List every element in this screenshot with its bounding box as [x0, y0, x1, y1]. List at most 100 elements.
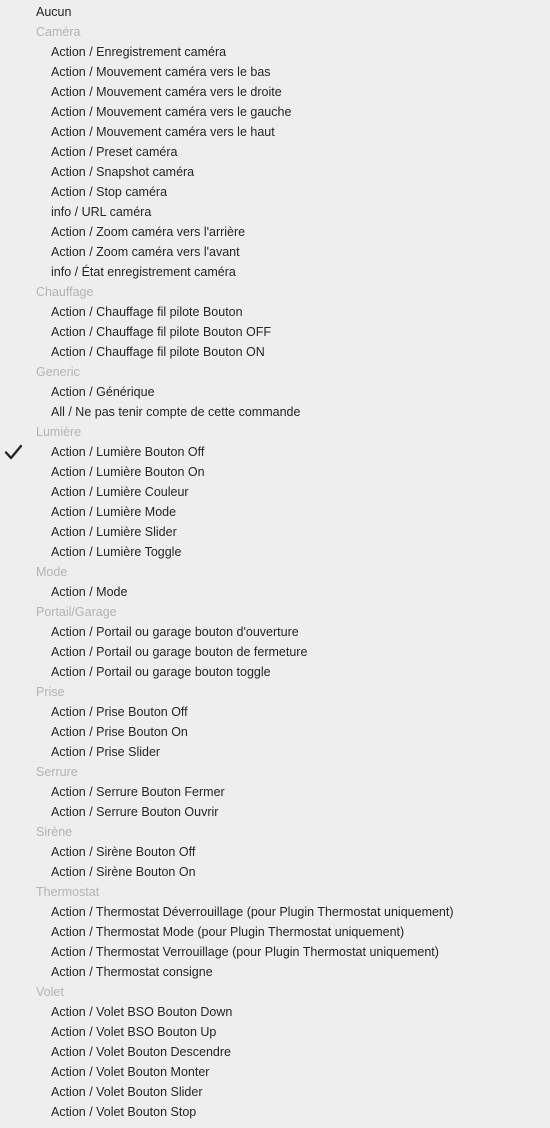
menu-option[interactable]: Action / Chauffage fil pilote Bouton OFF	[0, 322, 550, 342]
menu-option[interactable]: Action / Stop caméra	[0, 182, 550, 202]
menu-option-label: Action / Chauffage fil pilote Bouton OFF	[51, 325, 272, 339]
menu-option[interactable]: Action / Lumière Bouton On	[0, 462, 550, 482]
option-none[interactable]: Aucun	[0, 2, 550, 22]
menu-option[interactable]: Action / Volet Bouton Descendre	[0, 1042, 550, 1062]
menu-option-label: Action / Lumière Couleur	[51, 485, 189, 499]
menu-option[interactable]: info / URL caméra	[0, 202, 550, 222]
menu-option[interactable]: Action / Thermostat Mode (pour Plugin Th…	[0, 922, 550, 942]
menu-option[interactable]: Action / Sirène Bouton On	[0, 862, 550, 882]
menu-option-label: Action / Lumière Slider	[51, 525, 177, 539]
menu-option[interactable]: Action / Serrure Bouton Fermer	[0, 782, 550, 802]
menu-option[interactable]: Action / Portail ou garage bouton de fer…	[0, 642, 550, 662]
menu-option-label: Action / Preset caméra	[51, 145, 178, 159]
menu-option[interactable]: Action / Lumière Toggle	[0, 542, 550, 562]
menu-option[interactable]: Action / Zoom caméra vers l'arrière	[0, 222, 550, 242]
option-group-label: Lumière	[36, 425, 82, 439]
menu-option[interactable]: Action / Générique	[0, 382, 550, 402]
menu-option-label: Action / Volet Bouton Slider	[51, 1085, 203, 1099]
menu-option-label: Action / Lumière Bouton Off	[51, 445, 205, 459]
menu-option-label: Action / Générique	[51, 385, 155, 399]
menu-option[interactable]: Action / Prise Slider	[0, 742, 550, 762]
menu-option-label: Action / Snapshot caméra	[51, 165, 195, 179]
menu-option[interactable]: Action / Volet Bouton Slider	[0, 1082, 550, 1102]
menu-option[interactable]: Action / Lumière Bouton Off	[0, 442, 550, 462]
menu-option-label: Action / Portail ou garage bouton de fer…	[51, 645, 308, 659]
menu-option-label: Action / Mouvement caméra vers le haut	[51, 125, 275, 139]
menu-option-label: Action / Portail ou garage bouton d'ouve…	[51, 625, 299, 639]
menu-option[interactable]: Action / Lumière Couleur	[0, 482, 550, 502]
menu-option[interactable]: Action / Portail ou garage bouton toggle	[0, 662, 550, 682]
menu-option[interactable]: Action / Thermostat Déverrouillage (pour…	[0, 902, 550, 922]
menu-option-label: Action / Chauffage fil pilote Bouton	[51, 305, 243, 319]
menu-option-label: Action / Mouvement caméra vers le bas	[51, 65, 271, 79]
menu-option-label: info / État enregistrement caméra	[51, 265, 236, 279]
menu-option[interactable]: Action / Serrure Bouton Ouvrir	[0, 802, 550, 822]
option-group-label: Sirène	[36, 825, 73, 839]
option-group-label: Thermostat	[36, 885, 100, 899]
menu-option-label: Action / Stop caméra	[51, 185, 168, 199]
menu-option[interactable]: Action / Preset caméra	[0, 142, 550, 162]
menu-option[interactable]: Action / Snapshot caméra	[0, 162, 550, 182]
menu-option-label: Action / Prise Bouton On	[51, 725, 188, 739]
menu-option[interactable]: Action / Portail ou garage bouton d'ouve…	[0, 622, 550, 642]
menu-option-label: Action / Mouvement caméra vers le gauche	[51, 105, 292, 119]
option-group-label: Volet	[36, 985, 64, 999]
menu-option[interactable]: Action / Chauffage fil pilote Bouton ON	[0, 342, 550, 362]
menu-option-label: Action / Mouvement caméra vers le droite	[51, 85, 282, 99]
menu-option[interactable]: Action / Prise Bouton Off	[0, 702, 550, 722]
menu-option-label: Action / Enregistrement caméra	[51, 45, 227, 59]
menu-option-label: Action / Lumière Bouton On	[51, 465, 205, 479]
menu-option-label: Action / Portail ou garage bouton toggle	[51, 665, 271, 679]
option-group-label: Generic	[36, 365, 80, 379]
select-dropdown-menu: Aucun Caméra Action / Enregistrement camé…	[0, 2, 550, 1122]
menu-option[interactable]: Action / Mouvement caméra vers le haut	[0, 122, 550, 142]
menu-option[interactable]: Action / Zoom caméra vers l'avant	[0, 242, 550, 262]
menu-option[interactable]: Action / Lumière Mode	[0, 502, 550, 522]
menu-option-label: Action / Prise Slider	[51, 745, 161, 759]
menu-option[interactable]: Action / Prise Bouton On	[0, 722, 550, 742]
menu-option[interactable]: Action / Sirène Bouton Off	[0, 842, 550, 862]
menu-option[interactable]: All / Ne pas tenir compte de cette comma…	[0, 402, 550, 422]
menu-option[interactable]: info / État enregistrement caméra	[0, 262, 550, 282]
menu-option[interactable]: Action / Mouvement caméra vers le droite	[0, 82, 550, 102]
menu-option-label: Action / Volet BSO Bouton Down	[51, 1005, 233, 1019]
menu-option-label: Action / Zoom caméra vers l'avant	[51, 245, 240, 259]
menu-option-label: Action / Thermostat Verrouillage (pour P…	[51, 945, 439, 959]
menu-option-label: Action / Serrure Bouton Ouvrir	[51, 805, 219, 819]
menu-option[interactable]: Action / Mouvement caméra vers le gauche	[0, 102, 550, 122]
menu-option[interactable]: Action / Volet BSO Bouton Up	[0, 1022, 550, 1042]
option-group-label: Caméra	[36, 25, 81, 39]
menu-option-label: Action / Volet Bouton Stop	[51, 1105, 197, 1119]
menu-option[interactable]: Action / Mouvement caméra vers le bas	[0, 62, 550, 82]
menu-option[interactable]: Action / Lumière Slider	[0, 522, 550, 542]
menu-option-label: Action / Lumière Toggle	[51, 545, 182, 559]
menu-option-label: Action / Sirène Bouton On	[51, 865, 196, 879]
menu-option-label: info / URL caméra	[51, 205, 152, 219]
menu-option-label: Action / Volet BSO Bouton Up	[51, 1025, 217, 1039]
menu-option-label: Action / Mode	[51, 585, 128, 599]
menu-option-label: Action / Lumière Mode	[51, 505, 177, 519]
option-group-label: Chauffage	[36, 285, 94, 299]
menu-option-label: Action / Zoom caméra vers l'arrière	[51, 225, 246, 239]
menu-option-label: Action / Sirène Bouton Off	[51, 845, 196, 859]
menu-option-label: Action / Chauffage fil pilote Bouton ON	[51, 345, 265, 359]
menu-option-label: Action / Volet Bouton Descendre	[51, 1045, 231, 1059]
option-group-label: Prise	[36, 685, 65, 699]
menu-option[interactable]: Action / Enregistrement caméra	[0, 42, 550, 62]
menu-option[interactable]: Action / Volet Bouton Monter	[0, 1062, 550, 1082]
menu-option[interactable]: Action / Thermostat Verrouillage (pour P…	[0, 942, 550, 962]
menu-option[interactable]: Action / Volet Bouton Stop	[0, 1102, 550, 1122]
option-group-label: Serrure	[36, 765, 78, 779]
menu-option[interactable]: Action / Volet BSO Bouton Down	[0, 1002, 550, 1022]
menu-option-label: Action / Prise Bouton Off	[51, 705, 188, 719]
menu-option-label: Action / Thermostat consigne	[51, 965, 213, 979]
menu-option-label: Action / Thermostat Déverrouillage (pour…	[51, 905, 454, 919]
menu-option-label: Action / Serrure Bouton Fermer	[51, 785, 225, 799]
option-group-label: Portail/Garage	[36, 605, 117, 619]
menu-option-label: Action / Thermostat Mode (pour Plugin Th…	[51, 925, 405, 939]
menu-option[interactable]: Action / Mode	[0, 582, 550, 602]
menu-option[interactable]: Action / Thermostat consigne	[0, 962, 550, 982]
menu-option[interactable]: Action / Chauffage fil pilote Bouton	[0, 302, 550, 322]
checkmark-icon	[4, 444, 23, 460]
menu-option-label: Action / Volet Bouton Monter	[51, 1065, 210, 1079]
